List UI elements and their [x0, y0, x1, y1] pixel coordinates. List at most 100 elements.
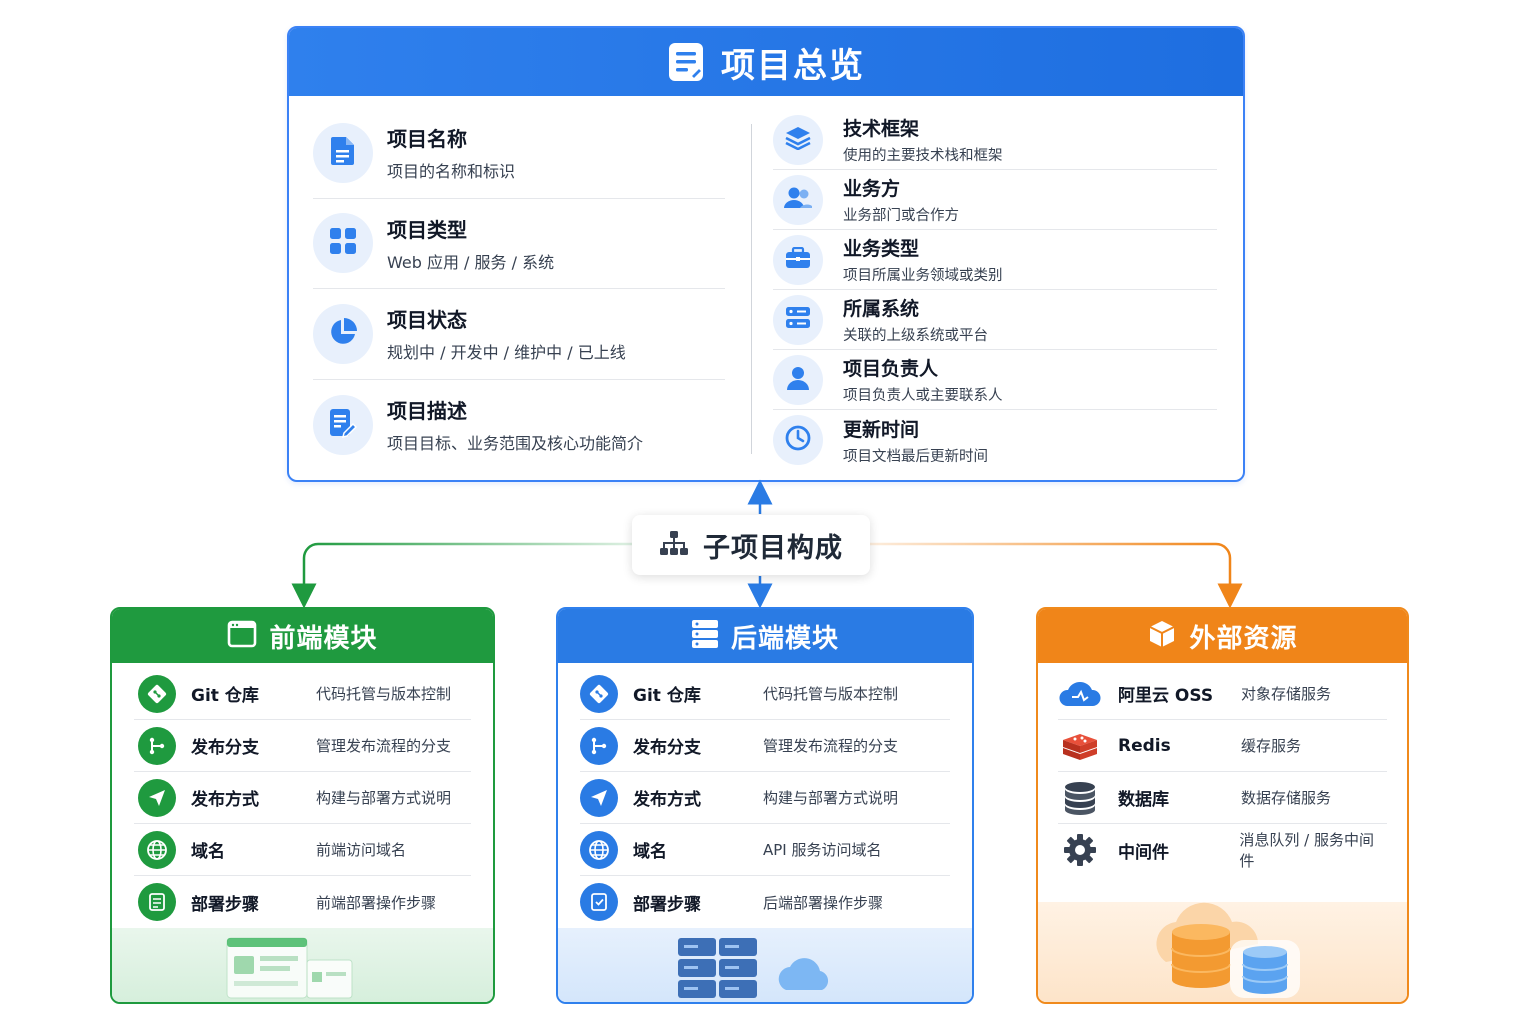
- item-name: 业务方: [843, 178, 901, 200]
- overview-item-project-status: 项目状态 规划中 / 开发中 / 维护中 / 已上线: [313, 289, 725, 380]
- item-desc: 项目所属业务领域或类别: [843, 268, 1003, 284]
- send-icon: [138, 778, 176, 817]
- backend-row-deploy-method: 发布方式 构建与部署方式说明: [580, 772, 950, 824]
- briefcase-icon: [785, 246, 811, 273]
- server-stack-icon: [691, 619, 719, 653]
- row-desc: 代码托管与版本控制: [763, 685, 899, 703]
- git-icon: [138, 674, 176, 713]
- row-name: 部署步骤: [633, 894, 701, 915]
- globe-icon: [580, 830, 618, 869]
- overview-item-business-party: 业务方 业务部门或合作方: [773, 170, 1217, 230]
- layers-icon: [785, 126, 811, 154]
- item-desc: 项目的名称和标识: [387, 162, 516, 182]
- item-name: 项目负责人: [843, 358, 939, 380]
- branch-icon: [580, 726, 618, 765]
- row-desc: 构建与部署方式说明: [763, 789, 899, 807]
- git-icon: [580, 674, 618, 713]
- gear-icon: [1058, 831, 1102, 869]
- item-desc: 关联的上级系统或平台: [843, 328, 988, 344]
- item-desc: 项目目标、业务范围及核心功能简介: [387, 434, 644, 454]
- users-icon: [784, 186, 812, 214]
- backend-row-deploy-steps: 部署步骤 后端部署操作步骤: [580, 876, 950, 928]
- external-row-redis: Redis 缓存服务: [1058, 720, 1387, 772]
- row-desc: 前端访问域名: [316, 841, 407, 859]
- row-desc: 后端部署操作步骤: [763, 893, 884, 912]
- redis-icon: [1058, 727, 1102, 765]
- overview-title: 项目总览: [721, 45, 865, 86]
- external-row-database: 数据库 数据存储服务: [1058, 772, 1387, 824]
- row-desc: API 服务访问域名: [763, 841, 882, 859]
- overview-item-project-type: 项目类型 Web 应用 / 服务 / 系统: [313, 199, 725, 289]
- row-desc: 数据存储服务: [1241, 789, 1332, 807]
- item-name: 项目类型: [387, 217, 467, 242]
- overview-item-project-description: 项目描述 项目目标、业务范围及核心功能简介: [313, 380, 725, 471]
- row-name: 发布方式: [633, 790, 701, 810]
- hierarchy-icon: [659, 530, 689, 560]
- row-name: 发布分支: [191, 738, 259, 758]
- overview-item-owner: 项目负责人 项目负责人或主要联系人: [773, 350, 1217, 410]
- item-name: 项目状态: [387, 308, 467, 333]
- backend-row-branch: 发布分支 管理发布流程的分支: [580, 720, 950, 772]
- row-desc: 前端部署操作步骤: [316, 893, 437, 912]
- external-row-oss: 阿里云 OSS 对象存储服务: [1058, 668, 1387, 720]
- server-icon: [785, 306, 811, 334]
- backend-row-domain: 域名 API 服务访问域名: [580, 824, 950, 876]
- frontend-row-branch: 发布分支 管理发布流程的分支: [134, 720, 471, 772]
- frontend-module-title: 前端模块: [269, 623, 378, 654]
- overview-item-tech-framework: 技术框架 使用的主要技术栈和框架: [773, 110, 1217, 170]
- column-divider: [751, 124, 752, 454]
- overview-item-project-name: 项目名称 项目的名称和标识: [313, 108, 725, 199]
- item-desc: 项目文档最后更新时间: [843, 448, 988, 465]
- pie-chart-icon: [328, 317, 358, 351]
- database-icon: [1058, 779, 1102, 817]
- branch-icon: [138, 726, 176, 765]
- item-desc: 业务部门或合作方: [843, 208, 959, 224]
- row-name: 数据库: [1118, 790, 1169, 810]
- overview-item-parent-system: 所属系统 关联的上级系统或平台: [773, 290, 1217, 350]
- item-name: 技术框架: [843, 118, 920, 140]
- checklist-icon: [580, 883, 618, 921]
- row-name: 域名: [191, 842, 225, 862]
- grid-icon: [329, 227, 357, 259]
- project-overview-card: 项目总览 项目名称 项目的名称和标识 项目类型 Web 应用 / 服务 / 系统: [287, 26, 1245, 482]
- globe-icon: [138, 830, 176, 869]
- backend-row-git: Git 仓库 代码托管与版本控制: [580, 668, 950, 720]
- item-name: 项目描述: [387, 399, 467, 424]
- overview-item-business-type: 业务类型 项目所属业务领域或类别: [773, 230, 1217, 290]
- row-desc: 消息队列 / 服务中间件: [1239, 831, 1374, 870]
- frontend-module-card: 前端模块 Git 仓库 代码托管与版本控制 发布分支 管理发布流程的分支 发布方…: [110, 607, 495, 1004]
- person-icon: [786, 366, 810, 394]
- row-name: 中间件: [1118, 842, 1169, 863]
- item-name: 业务类型: [843, 238, 920, 260]
- item-desc: 使用的主要技术栈和框架: [843, 148, 1003, 164]
- row-name: Git 仓库: [633, 686, 701, 706]
- row-desc: 对象存储服务: [1241, 685, 1332, 703]
- row-name: 域名: [633, 842, 667, 862]
- frontend-row-deploy-method: 发布方式 构建与部署方式说明: [134, 772, 471, 824]
- browser-window-icon: [227, 620, 257, 652]
- backend-module-card: 后端模块 Git 仓库 代码托管与版本控制 发布分支 管理发布流程的分支 发布方…: [556, 607, 974, 1004]
- frontend-row-domain: 域名 前端访问域名: [134, 824, 471, 876]
- external-module-header: 外部资源: [1038, 609, 1407, 663]
- send-icon: [580, 778, 618, 817]
- row-desc: 管理发布流程的分支: [316, 737, 452, 755]
- sub-projects-label: 子项目构成: [703, 532, 843, 564]
- external-module-title: 外部资源: [1189, 623, 1298, 654]
- row-desc: 构建与部署方式说明: [316, 789, 452, 807]
- checklist-icon: [138, 883, 176, 921]
- row-desc: 管理发布流程的分支: [763, 737, 899, 755]
- item-desc: 规划中 / 开发中 / 维护中 / 已上线: [387, 343, 626, 363]
- frontend-row-deploy-steps: 部署步骤 前端部署操作步骤: [134, 876, 471, 928]
- row-name: 阿里云 OSS: [1118, 686, 1214, 706]
- sub-projects-node: 子项目构成: [632, 515, 870, 575]
- document-icon: [667, 42, 705, 82]
- row-name: 部署步骤: [191, 894, 259, 915]
- frontend-module-header: 前端模块: [112, 609, 493, 663]
- arrow-to-external: [870, 542, 1243, 609]
- edit-document-icon: [329, 408, 358, 442]
- frontend-footer-illustration: [112, 928, 493, 1002]
- external-row-middleware: 中间件 消息队列 / 服务中间件: [1058, 824, 1387, 876]
- cloud-icon: [1058, 675, 1102, 713]
- backend-footer-illustration: [558, 928, 972, 1002]
- item-desc: Web 应用 / 服务 / 系统: [387, 252, 555, 272]
